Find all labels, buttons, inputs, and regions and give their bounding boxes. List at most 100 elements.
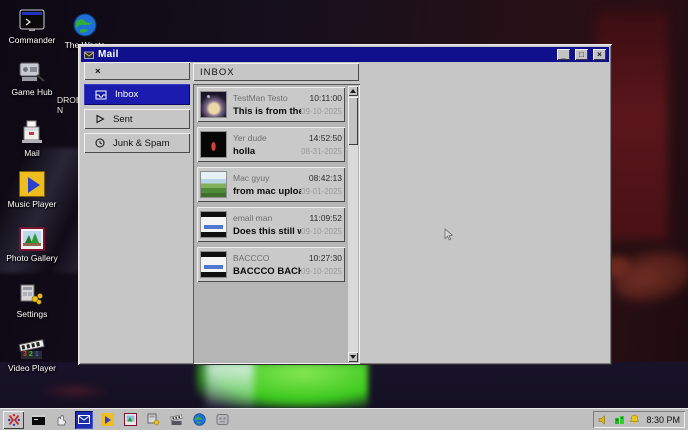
email-time: 11:09:52: [301, 213, 342, 223]
email-date: 09-10-2025: [301, 267, 342, 276]
clapper-icon: 321: [18, 337, 46, 361]
email-thumbnail-screenshot: [200, 211, 227, 238]
desktop: Commander The Waste Game Hub Mail: [0, 0, 688, 430]
email-row[interactable]: TestMan Testo 10:11:00 This is from the …: [197, 87, 345, 122]
sidebar-item-label: Sent: [113, 114, 133, 125]
hand-icon: [54, 413, 68, 427]
sidebar-item-junk-spam[interactable]: Junk & Spam: [84, 133, 190, 153]
email-row[interactable]: Mac gyuy 08:42:13 from mac uploaded 09-0…: [197, 167, 345, 202]
email-subject: holla: [233, 146, 301, 157]
globe-icon: [193, 413, 206, 426]
email-date: 09-01-2025: [301, 187, 342, 196]
desktop-icon-label: Commander: [9, 36, 56, 46]
email-date: 09-10-2025: [301, 107, 342, 116]
desktop-icon-video-player[interactable]: 321 Video Player: [1, 337, 63, 374]
taskbar-terminal-button[interactable]: [29, 411, 47, 429]
photo-icon: [124, 413, 137, 426]
desktop-icon-photo-gallery[interactable]: Photo Gallery: [1, 227, 63, 264]
scrollbar-thumb[interactable]: [348, 97, 358, 145]
email-thumbnail-moon: [200, 91, 227, 118]
taskbar-music-button[interactable]: [98, 411, 116, 429]
taskbar-mail-button-active[interactable]: [75, 411, 93, 429]
desktop-icon-mail[interactable]: Mail: [1, 119, 63, 159]
desktop-icon-label: Game Hub: [11, 88, 52, 98]
minimize-button[interactable]: _: [557, 49, 570, 60]
desktop-icon-game-hub[interactable]: Game Hub: [1, 60, 63, 98]
settings-icon: [19, 283, 45, 307]
photo-icon: [19, 227, 45, 251]
digit-1: 1: [35, 351, 41, 358]
inbox-header-label: INBOX: [200, 67, 235, 78]
email-subject: Does this still wo…: [233, 226, 301, 237]
play-icon: [19, 171, 45, 197]
taskbar-misc-button[interactable]: [213, 411, 231, 429]
video-icon: [170, 414, 183, 426]
desktop-icon-music-player[interactable]: Music Player: [1, 171, 63, 210]
titlebar[interactable]: Mail _ □ ×: [81, 47, 609, 62]
speaker-icon[interactable]: [598, 415, 610, 425]
desktop-icon-label: Video Player: [8, 364, 56, 374]
desktop-icon-label: Photo Gallery: [6, 254, 58, 264]
desktop-icon-settings[interactable]: Settings: [1, 283, 63, 320]
wallpaper-red-glow: [40, 382, 110, 400]
close-glyph: ×: [597, 50, 602, 59]
inbox-icon: [95, 90, 107, 100]
email-thumbnail-screenshot: [200, 251, 227, 278]
sidebar-item-sent[interactable]: Sent: [84, 109, 190, 129]
email-sender: TestMan Testo: [233, 93, 301, 103]
minimize-glyph: _: [561, 51, 565, 60]
email-row[interactable]: BACCCO 10:27:30 BACCCO BACK 09-10-2025: [197, 247, 345, 282]
system-tray: 8:30 PM: [593, 411, 685, 428]
sidebar-item-inbox[interactable]: Inbox: [84, 84, 190, 105]
start-logo-icon: [7, 413, 21, 427]
sidebar-item-label: Inbox: [115, 89, 138, 100]
email-sender: Mac gyuy: [233, 173, 301, 183]
bell-icon[interactable]: [629, 414, 640, 425]
close-icon: ×: [95, 66, 101, 77]
mouse-cursor: [444, 228, 453, 246]
inbox-header: INBOX: [193, 63, 359, 81]
email-list: TestMan Testo 10:11:00 This is from the …: [193, 84, 360, 364]
email-time: 10:11:00: [301, 93, 342, 103]
desktop-icon-label: Settings: [17, 310, 48, 320]
email-sender: Yer dude: [233, 133, 301, 143]
desktop-icon-label: Music Player: [8, 200, 57, 210]
email-sender: BACCCO: [233, 253, 301, 263]
music-icon: [101, 413, 114, 426]
network-icon[interactable]: [614, 415, 625, 425]
mail-package-icon: [20, 119, 44, 146]
email-row[interactable]: Yer dude 14:52:50 holla 08-31-2025: [197, 127, 345, 162]
email-date: 09-10-2025: [301, 227, 342, 236]
email-thumbnail-landscape: [200, 171, 227, 198]
sidebar-item-label: Junk & Spam: [113, 138, 170, 149]
scroll-down-icon[interactable]: [348, 352, 358, 362]
taskbar-video-button[interactable]: [167, 411, 185, 429]
email-time: 14:52:50: [301, 133, 342, 143]
close-button[interactable]: ×: [593, 49, 606, 60]
sidebar-close-button[interactable]: ×: [84, 62, 190, 80]
email-row[interactable]: email man 11:09:52 Does this still wo… 0…: [197, 207, 345, 242]
start-button[interactable]: [3, 411, 24, 429]
email-sender: email man: [233, 213, 301, 223]
taskbar-gamehub-button[interactable]: [52, 411, 70, 429]
maximize-button[interactable]: □: [575, 49, 588, 60]
taskbar-photo-button[interactable]: [121, 411, 139, 429]
email-subject: BACCCO BACK: [233, 266, 301, 277]
email-subject: from mac uploaded: [233, 186, 301, 197]
scroll-up-icon[interactable]: [348, 86, 358, 96]
mail-app-icon: [84, 50, 94, 60]
taskbar-waste-button[interactable]: [190, 411, 208, 429]
globe-icon: [72, 12, 98, 38]
email-date: 08-31-2025: [301, 147, 342, 156]
taskbar: 8:30 PM: [0, 408, 688, 430]
wallpaper-white-streak: [206, 362, 254, 408]
taskbar-settings-button[interactable]: [144, 411, 162, 429]
email-list-scrollbar[interactable]: [348, 86, 358, 362]
desktop-icon-label: Mail: [24, 149, 40, 159]
terminal-icon: [32, 415, 45, 425]
sent-icon: [95, 114, 105, 124]
email-subject: This is from the …: [233, 106, 301, 117]
mail-window: Mail _ □ × × Inbox Sent J: [78, 44, 612, 365]
email-time: 10:27:30: [301, 253, 342, 263]
window-title: Mail: [98, 49, 552, 60]
